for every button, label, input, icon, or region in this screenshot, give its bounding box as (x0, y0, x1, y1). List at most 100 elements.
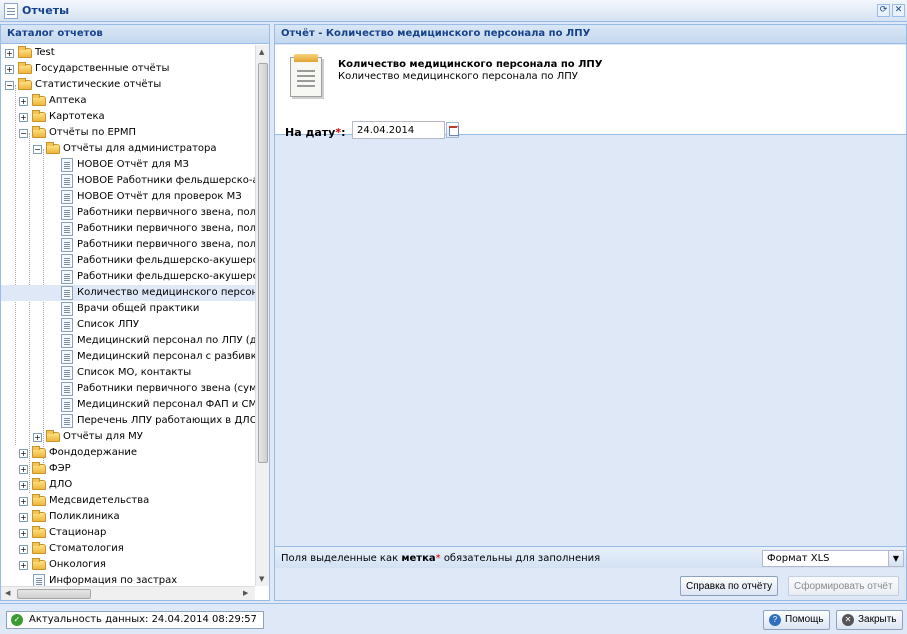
report-icon (61, 174, 73, 188)
generate-report-button[interactable]: Сформировать отчёт (788, 576, 899, 596)
expand-icon[interactable]: + (19, 545, 28, 554)
tree-horizontal-scrollbar[interactable]: ◀ ▶ (1, 586, 255, 600)
tree-node[interactable]: + Онкология (1, 557, 255, 573)
tree-node[interactable]: НОВОЕ Отчёт для проверок МЗ (1, 189, 255, 205)
expand-icon[interactable]: + (19, 97, 28, 106)
tree-node[interactable]: + Медсвидетельства (1, 493, 255, 509)
tree-node[interactable]: Перечень ЛПУ работающих в ДЛО (1, 413, 255, 429)
tree-node[interactable]: Информация по застрах (1, 573, 255, 586)
check-icon: ✓ (11, 614, 23, 626)
tree-node-label: ФЭР (49, 463, 71, 474)
tree-node[interactable]: Работники фельдшерско-акушерск (1, 269, 255, 285)
tree-node[interactable]: Врачи общей практики (1, 301, 255, 317)
tree-node[interactable]: + Стоматология (1, 541, 255, 557)
expand-icon[interactable]: + (19, 113, 28, 122)
folder-icon (18, 78, 32, 90)
tree-node[interactable]: Список МО, контакты (1, 365, 255, 381)
expand-icon[interactable]: + (33, 433, 42, 442)
scroll-left-icon[interactable]: ◀ (5, 589, 10, 597)
scroll-down-icon[interactable]: ▼ (259, 575, 264, 583)
window-title: Отчеты (22, 4, 70, 17)
tree-node-label: Работники фельдшерско-акушерск (77, 255, 255, 266)
expand-icon[interactable]: + (19, 481, 28, 490)
tree-node-label: Государственные отчёты (35, 63, 170, 74)
tree-node[interactable]: + ДЛО (1, 477, 255, 493)
tree-node[interactable]: + Аптека (1, 93, 255, 109)
expand-icon[interactable]: + (19, 529, 28, 538)
expand-icon[interactable]: + (19, 561, 28, 570)
tree-node[interactable]: − Отчёты для администратора (1, 141, 255, 157)
scroll-up-icon[interactable]: ▲ (259, 48, 264, 56)
report-icon (61, 238, 73, 252)
tree-node[interactable]: Количество медицинского персонал (1, 285, 255, 301)
format-value: Формат XLS (767, 553, 830, 564)
tree-node-label: НОВОЕ Отчёт для МЗ (77, 159, 189, 170)
tree-node-label: Картотека (49, 111, 105, 122)
folder-icon (18, 46, 32, 58)
tree-node-label: Работники первичного звена, получ (77, 239, 255, 250)
report-icon (61, 302, 73, 316)
tree-node[interactable]: НОВОЕ Работники фельдшерско-ак (1, 173, 255, 189)
close-icon[interactable]: ✕ (892, 4, 905, 17)
note-suffix: обязательны для заполнения (443, 553, 601, 564)
refresh-icon[interactable]: ⟳ (877, 4, 890, 17)
tree-node[interactable]: Работники первичного звена, получ (1, 237, 255, 253)
tree-node[interactable]: Работники первичного звена, получ (1, 221, 255, 237)
tree-node[interactable]: − Отчёты по ЕРМП (1, 125, 255, 141)
catalog-tree: + Test + Государственные отчёты − Статистичес… (1, 45, 255, 586)
scroll-right-icon[interactable]: ▶ (243, 589, 248, 597)
report-icon (61, 206, 73, 220)
report-icon (61, 350, 73, 364)
catalog-panel: Каталог отчетов + Test + Государственные от… (0, 24, 270, 601)
report-icon (33, 574, 45, 586)
tree-vertical-scrollbar[interactable]: ▲ ▼ (255, 45, 269, 586)
help-button[interactable]: ? Помощь (763, 610, 830, 630)
folder-icon (32, 494, 46, 506)
tree-node[interactable]: + ФЭР (1, 461, 255, 477)
tree-node[interactable]: + Отчёты для МУ (1, 429, 255, 445)
catalog-title: Каталог отчетов (1, 25, 269, 44)
tree-node-label: Фондодержание (49, 447, 138, 458)
expand-icon[interactable]: + (19, 497, 28, 506)
tree-node[interactable]: НОВОЕ Отчёт для МЗ (1, 157, 255, 173)
expand-icon[interactable]: + (19, 513, 28, 522)
tree-node[interactable]: + Стационар (1, 525, 255, 541)
format-select[interactable]: Формат XLS ▼ (762, 550, 904, 567)
tree-node[interactable]: + Государственные отчёты (1, 61, 255, 77)
tree-node[interactable]: Работники первичного звена (сумме (1, 381, 255, 397)
folder-icon (32, 478, 46, 490)
tree-node-label: НОВОЕ Работники фельдшерско-ак (77, 175, 255, 186)
report-icon (61, 254, 73, 268)
date-input[interactable] (352, 121, 445, 139)
tree-node[interactable]: Медицинский персонал по ЛПУ (для (1, 333, 255, 349)
tree-node[interactable]: + Картотека (1, 109, 255, 125)
tree-node[interactable]: Список ЛПУ (1, 317, 255, 333)
calendar-icon[interactable] (446, 122, 459, 138)
collapse-icon[interactable]: − (33, 145, 42, 154)
chevron-down-icon[interactable]: ▼ (888, 551, 903, 566)
collapse-icon[interactable]: − (5, 81, 14, 90)
collapse-icon[interactable]: − (19, 129, 28, 138)
report-help-button[interactable]: Справка по отчёту (680, 576, 779, 596)
close-button[interactable]: ✕ Закрыть (836, 610, 903, 630)
horizontal-scroll-thumb[interactable] (17, 589, 91, 599)
tree-node[interactable]: Работники фельдшерско-акушерск (1, 253, 255, 269)
tree-node[interactable]: + Поликлиника (1, 509, 255, 525)
tree-node[interactable]: Медицинский персонал с разбивко (1, 349, 255, 365)
vertical-scroll-thumb[interactable] (258, 63, 268, 463)
report-panel: Отчёт - Количество медицинского персонал… (274, 24, 907, 601)
expand-icon[interactable]: + (5, 49, 14, 58)
tree-node-label: Медицинский персонал по ЛПУ (для (77, 335, 255, 346)
required-fields-note: Поля выделенные как метка* обязательны д… (281, 553, 600, 564)
tree-node[interactable]: Медицинский персонал ФАП и СМП (1, 397, 255, 413)
tree-node[interactable]: Работники первичного звена, получ (1, 205, 255, 221)
tree-node[interactable]: − Статистические отчёты (1, 77, 255, 93)
tree-node[interactable]: + Test (1, 45, 255, 61)
tree-node-label: Стоматология (49, 543, 124, 554)
tree-node[interactable]: + Фондодержание (1, 445, 255, 461)
expand-icon[interactable]: + (19, 449, 28, 458)
expand-icon[interactable]: + (19, 465, 28, 474)
folder-icon (32, 110, 46, 122)
note-required-mark: * (435, 553, 441, 564)
expand-icon[interactable]: + (5, 65, 14, 74)
